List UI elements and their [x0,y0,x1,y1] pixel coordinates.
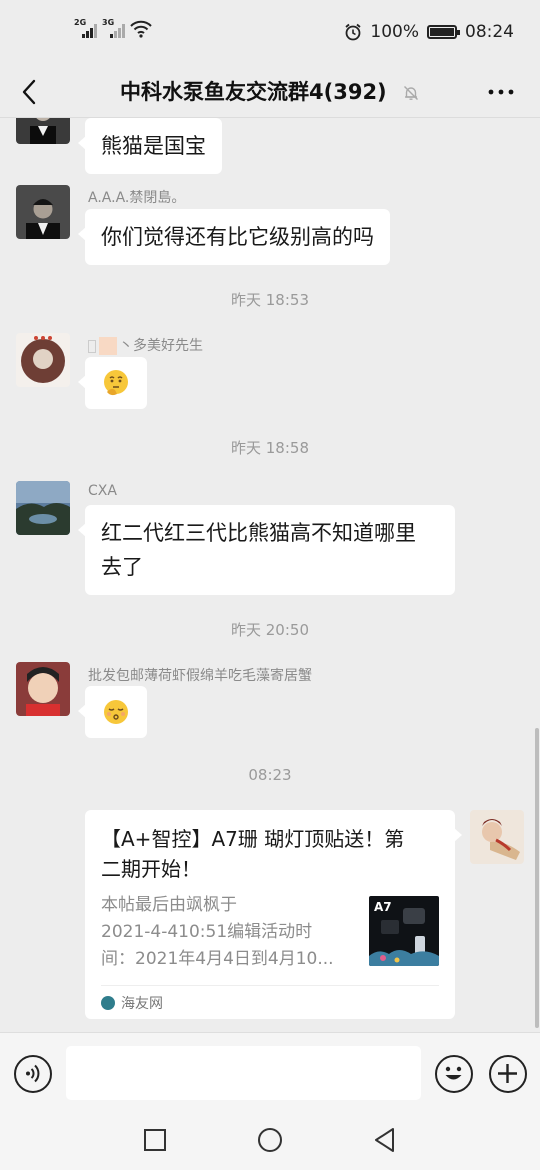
avatar[interactable] [16,333,70,387]
sender-name: 批发包邮薄荷虾假绵羊吃毛藻寄居蟹 [88,668,312,684]
message-bubble[interactable]: 你们觉得还有比它级别高的吗 [78,209,390,265]
kissing-face-icon [104,700,128,724]
battery-icon [427,25,460,39]
battery-percent: 100% [370,22,419,42]
signal-indicators: 2G 3G [74,18,152,38]
card-source: 海友网 [101,985,439,1019]
status-bar: 2G 3G 100% 08:24 [0,0,540,66]
scrollbar[interactable] [535,728,539,1028]
my-avatar[interactable] [470,810,524,864]
voice-icon[interactable] [14,1055,52,1093]
avatar[interactable] [16,662,70,716]
message-bubble[interactable] [78,686,147,738]
timestamp: 昨天 20:50 [231,621,309,639]
back-triangle-icon[interactable] [371,1126,399,1154]
thinking-face-icon [104,370,128,396]
card-description: 本帖最后由飒枫于 2021-4-410:51编辑活动时 间：2021年4月4日到… [101,895,334,969]
input-bar [0,1032,540,1114]
sender-name: CXA [88,483,117,499]
card-thumbnail: A7 [369,896,439,966]
timestamp: 昨天 18:53 [231,291,309,309]
timestamp: 08:23 [248,766,292,784]
sender-name: 丶多美好先生 [88,335,203,355]
signal-2g-icon: 2G [74,18,97,38]
message-bubble[interactable]: 红二代红三代比熊猫高不知道哪里 去了 [78,505,455,595]
avatar[interactable] [16,185,70,239]
message-input[interactable] [66,1046,421,1100]
avatar[interactable] [16,481,70,535]
sticker-icon [99,337,117,355]
alarm-icon [345,23,361,41]
timestamp: 昨天 18:58 [231,439,309,457]
card-body: 本帖最后由飒枫于 2021-4-410:51编辑活动时 间：2021年4月4日到… [101,892,439,973]
chat-title: 中科水泵鱼友交流群4(392) [120,80,387,104]
flag-icon [88,339,96,353]
avatar[interactable] [16,118,70,144]
source-logo-icon [101,995,115,1010]
plus-icon[interactable] [489,1055,527,1093]
bell-off-icon [403,86,418,100]
message-bubble[interactable] [78,357,147,409]
chat-title-wrap: 中科水泵鱼友交流群4(392) [0,74,540,110]
clock: 08:24 [465,22,514,42]
message-list[interactable]: 熊猫是国宝 A.A.A.禁閉島。 你们觉得还有比它级别高的吗 昨天 18:53 … [0,118,540,1032]
status-right: 100% 08:24 [344,22,514,42]
link-card[interactable]: 【A+智控】A7珊 瑚灯顶贴送！第 二期开始！ 本帖最后由飒枫于 2021-4-… [85,810,462,1019]
wifi-icon [130,20,152,38]
system-nav-bar [0,1114,540,1170]
chat-header: 中科水泵鱼友交流群4(392) [0,66,540,118]
emoji-icon[interactable] [435,1055,473,1093]
home-circle-icon[interactable] [256,1126,284,1154]
more-icon[interactable] [486,78,516,106]
card-title: 【A+智控】A7珊 瑚灯顶贴送！第 二期开始！ [101,827,405,881]
sender-name: A.A.A.禁閉島。 [88,190,186,206]
recents-square-icon[interactable] [141,1126,169,1154]
signal-3g-icon: 3G [102,18,125,38]
message-bubble[interactable]: 熊猫是国宝 [78,118,222,174]
